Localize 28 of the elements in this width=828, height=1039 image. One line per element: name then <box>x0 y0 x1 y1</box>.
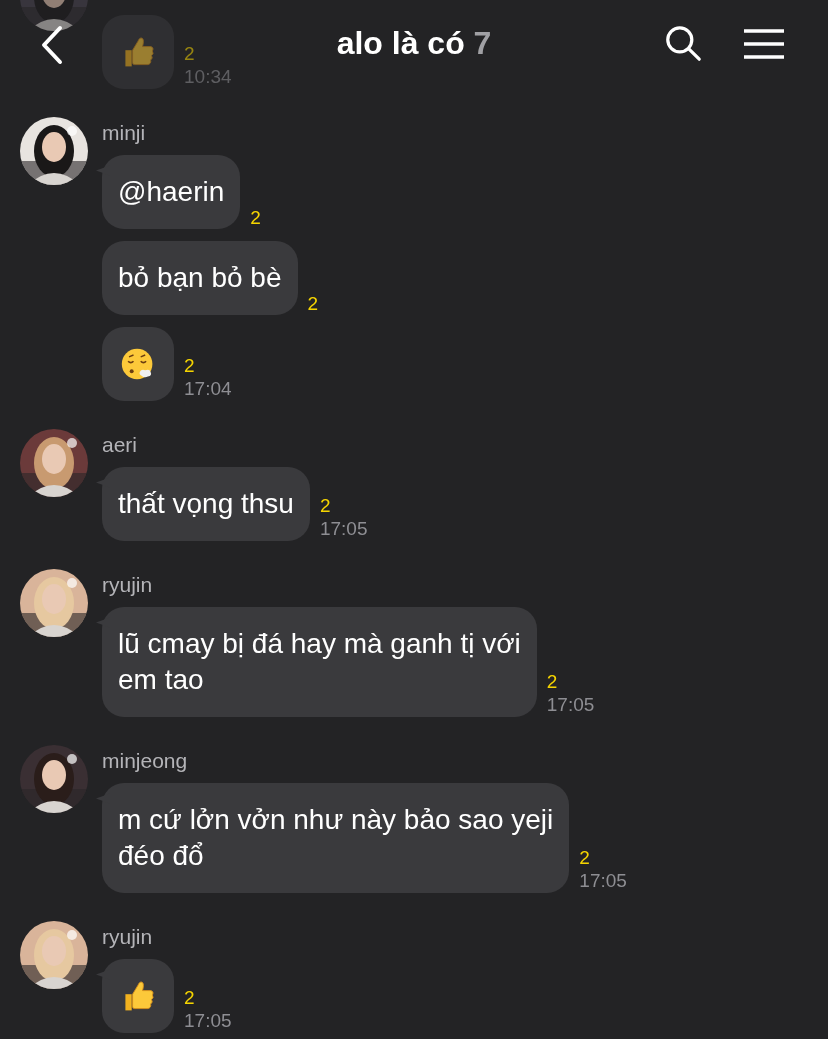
sender-name: ryujin <box>102 572 154 598</box>
message-time: 17:05 <box>546 693 595 717</box>
message-time: 17:04 <box>184 377 232 401</box>
unread-count: 2 <box>250 207 261 229</box>
unread-count: 2 <box>579 847 591 869</box>
unread-count: 2 <box>184 355 196 377</box>
message-time: 17:05 <box>319 517 368 541</box>
message-time: 17:05 <box>184 1009 232 1033</box>
unread-count: 2 <box>319 495 332 517</box>
sender-name: minjeong <box>102 748 189 774</box>
unread-count: 2 <box>184 43 196 65</box>
message-text: m cứ lởn vởn như này bảo sao yeji đéo đổ <box>118 804 554 871</box>
search-icon[interactable] <box>665 25 702 62</box>
unread-count: 2 <box>546 671 559 693</box>
message-text: @haerin <box>118 176 225 207</box>
sender-name: minji <box>102 120 147 146</box>
unread-count: 2 <box>184 987 196 1009</box>
message-text: thất vọng thsu <box>118 488 294 519</box>
message-time: 17:05 <box>579 869 627 893</box>
sender-name: aeri <box>102 432 139 458</box>
unread-count: 2 <box>307 293 319 315</box>
message-text: lũ cmay bị đá hay mà ganh tị với em tao <box>118 628 521 695</box>
menu-icon[interactable] <box>744 28 784 60</box>
message-text: bỏ bạn bỏ bè <box>118 262 282 293</box>
sender-name: ryujin <box>102 924 154 950</box>
message-time: 10:34 <box>184 65 232 89</box>
back-icon[interactable] <box>40 25 64 65</box>
chat-title: alo là có 7 <box>336 25 492 62</box>
